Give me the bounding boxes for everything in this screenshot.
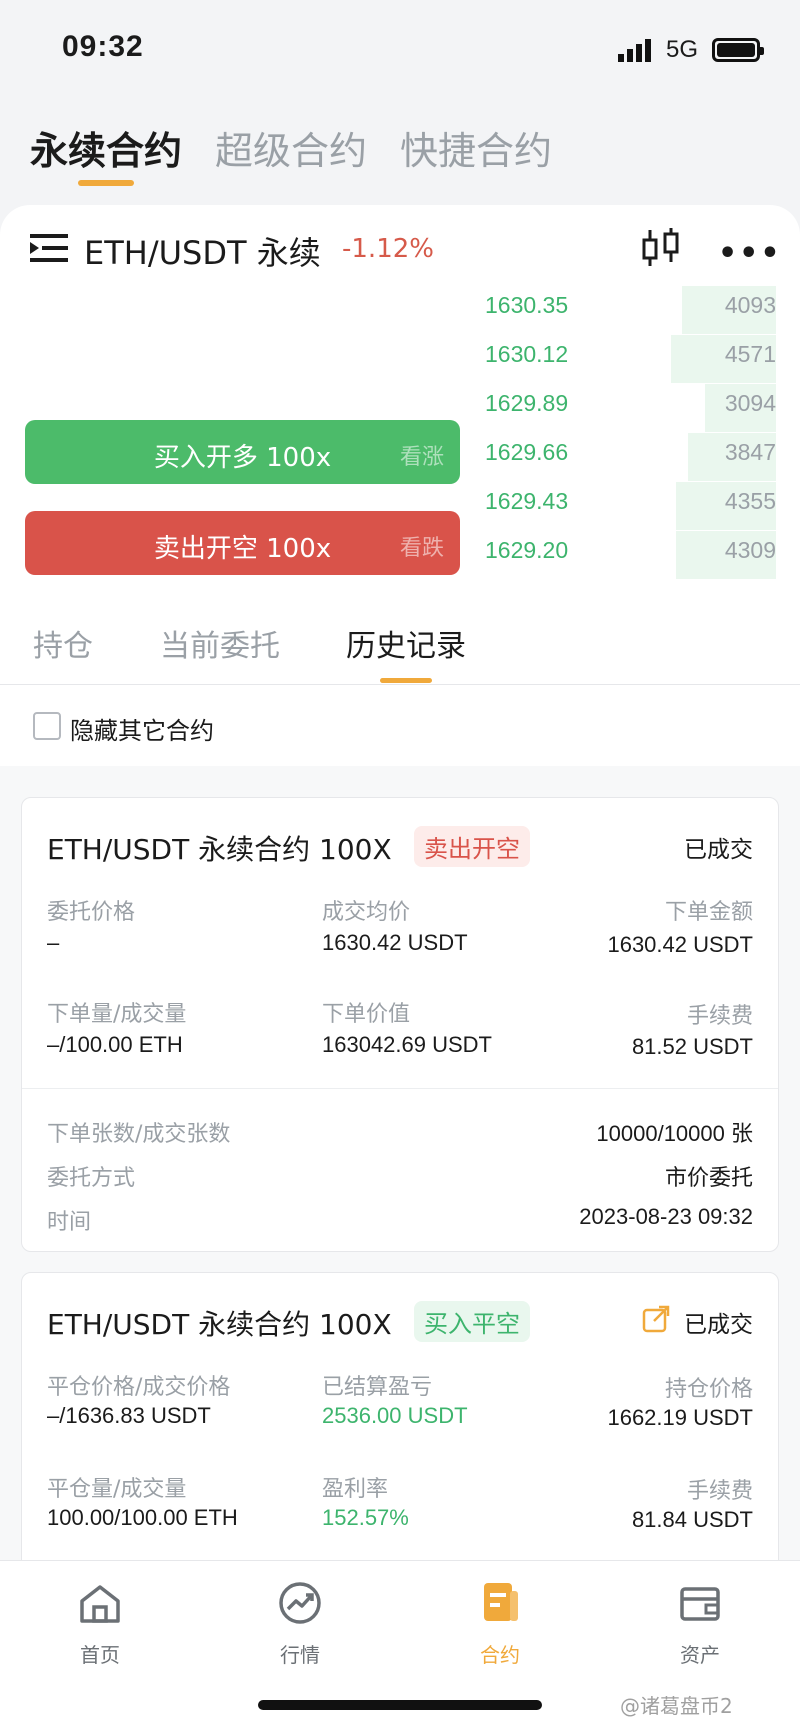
nav-market-label: 行情 — [280, 1643, 320, 1667]
field-value: –/100.00 ETH — [47, 1032, 183, 1057]
nav-market[interactable]: 行情 — [240, 1579, 360, 1668]
orderbook-price: 1630.12 — [485, 341, 569, 367]
field-label: 成交均价 — [322, 900, 411, 925]
nav-assets[interactable]: 资产 — [640, 1579, 760, 1668]
detail-label: 下单张数/成交张数 — [47, 1122, 231, 1147]
watermark: @诸葛盘币2 — [620, 1694, 733, 1718]
field-value: –/1636.83 USDT — [47, 1403, 211, 1428]
home-icon — [80, 1585, 120, 1623]
signal-icon — [618, 39, 651, 62]
profit-rate-value: 152.57% — [322, 1505, 409, 1530]
order-type-badge: 卖出开空 — [414, 826, 530, 867]
nav-contract-label: 合约 — [480, 1643, 520, 1667]
menu-icon[interactable] — [30, 232, 68, 264]
sell-short-hint: 看跌 — [399, 536, 444, 561]
field-value: 1630.42 USDT — [607, 932, 753, 957]
detail-value: 2023-08-23 09:32 — [579, 1204, 753, 1229]
field-label: 手续费 — [686, 1479, 753, 1504]
buy-long-button[interactable]: 买入开多 100x 看涨 — [25, 420, 460, 484]
field-label: 下单金额 — [664, 900, 753, 925]
tab-indicator — [78, 180, 134, 186]
tab-positions[interactable]: 持仓 — [33, 621, 93, 665]
pnl-value: 2536.00 USDT — [322, 1403, 468, 1428]
orderbook-qty: 4309 — [724, 537, 776, 563]
home-indicator[interactable] — [258, 1700, 542, 1710]
detail-value: 10000/10000 张 — [596, 1121, 753, 1146]
orderbook-price: 1629.43 — [485, 488, 569, 514]
orderbook-qty: 4571 — [724, 341, 776, 367]
pair-title[interactable]: ETH/USDT 永续 — [84, 228, 321, 274]
hide-others-label: 隐藏其它合约 — [70, 717, 214, 745]
order-title: ETH/USDT 永续合约 100X — [47, 833, 392, 866]
field-label: 平仓价格/成交价格 — [47, 1375, 231, 1400]
field-value: 1630.42 USDT — [322, 930, 468, 955]
detail-label: 委托方式 — [47, 1166, 136, 1191]
pair-change: -1.12% — [342, 234, 434, 264]
field-label: 委托价格 — [47, 900, 136, 925]
field-value: 81.52 USDT — [631, 1034, 753, 1059]
orderbook-qty: 3094 — [724, 390, 776, 416]
tab-history[interactable]: 历史记录 — [346, 621, 466, 665]
orderbook-price: 1630.35 — [485, 292, 569, 318]
field-label: 下单价值 — [322, 1002, 411, 1027]
orderbook-row[interactable]: 1630.35 4093 — [460, 286, 776, 334]
field-value: – — [47, 930, 60, 955]
hide-others-checkbox[interactable] — [33, 712, 61, 740]
divider — [0, 684, 800, 685]
order-card[interactable]: ETH/USDT 永续合约 100X 买入平空 已成交 平仓价格/成交价格 –/… — [21, 1272, 779, 1572]
tab-perpetual[interactable]: 永续合约 — [30, 120, 182, 175]
detail-value: 市价委托 — [664, 1165, 753, 1190]
candlestick-icon[interactable] — [640, 226, 682, 270]
orderbook-row[interactable]: 1630.12 4571 — [460, 335, 776, 383]
divider — [22, 1088, 778, 1089]
tab-quick[interactable]: 快捷合约 — [400, 120, 552, 175]
sell-short-label: 卖出开空 100x — [153, 534, 332, 564]
field-label: 下单量/成交量 — [47, 1002, 187, 1027]
battery-icon — [712, 38, 764, 62]
contract-icon — [484, 1583, 518, 1621]
orderbook-qty: 4093 — [724, 292, 776, 318]
nav-home-label: 首页 — [80, 1643, 120, 1667]
tab-super[interactable]: 超级合约 — [215, 120, 367, 175]
buy-long-hint: 看涨 — [399, 445, 444, 470]
market-icon — [279, 1582, 321, 1624]
status-time: 09:32 — [62, 30, 144, 63]
orderbook-price: 1629.66 — [485, 439, 569, 465]
sell-short-button[interactable]: 卖出开空 100x 看跌 — [25, 511, 460, 575]
buy-long-label: 买入开多 100x — [153, 443, 332, 473]
field-value: 163042.69 USDT — [322, 1032, 492, 1057]
field-label: 持仓价格 — [664, 1377, 753, 1402]
order-tab-indicator — [380, 678, 432, 683]
orderbook-qty: 3847 — [724, 439, 776, 465]
field-label: 手续费 — [686, 1004, 753, 1029]
order-title: ETH/USDT 永续合约 100X — [47, 1308, 392, 1341]
field-value: 81.84 USDT — [631, 1507, 753, 1532]
more-icon[interactable]: ••• — [718, 236, 782, 271]
field-value: 1662.19 USDT — [607, 1405, 753, 1430]
order-status: 已成交 — [684, 1312, 753, 1338]
orderbook-row[interactable]: 1629.66 3847 — [460, 433, 776, 481]
field-value: 100.00/100.00 ETH — [47, 1505, 238, 1530]
orderbook-row[interactable]: 1629.43 4355 — [460, 482, 776, 530]
orderbook-row[interactable]: 1629.20 4309 — [460, 531, 776, 579]
order-status: 已成交 — [684, 837, 753, 863]
tab-open-orders[interactable]: 当前委托 — [160, 621, 280, 665]
wallet-icon — [680, 1587, 720, 1621]
nav-assets-label: 资产 — [680, 1643, 720, 1667]
orderbook-row[interactable]: 1629.89 3094 — [460, 384, 776, 432]
orderbook-price: 1629.89 — [485, 390, 569, 416]
orderbook-qty: 4355 — [724, 488, 776, 514]
orderbook-price: 1629.20 — [485, 537, 569, 563]
share-icon[interactable] — [642, 1305, 670, 1333]
field-label: 平仓量/成交量 — [47, 1477, 187, 1502]
detail-label: 时间 — [47, 1210, 92, 1235]
nav-home[interactable]: 首页 — [40, 1579, 160, 1668]
field-label: 已结算盈亏 — [322, 1375, 433, 1400]
order-type-badge: 买入平空 — [414, 1301, 530, 1342]
nav-contract[interactable]: 合约 — [440, 1579, 560, 1668]
field-label: 盈利率 — [322, 1477, 389, 1502]
network-type: 5G — [666, 36, 699, 63]
order-card[interactable]: ETH/USDT 永续合约 100X 卖出开空 已成交 委托价格 – 成交均价 … — [21, 797, 779, 1252]
